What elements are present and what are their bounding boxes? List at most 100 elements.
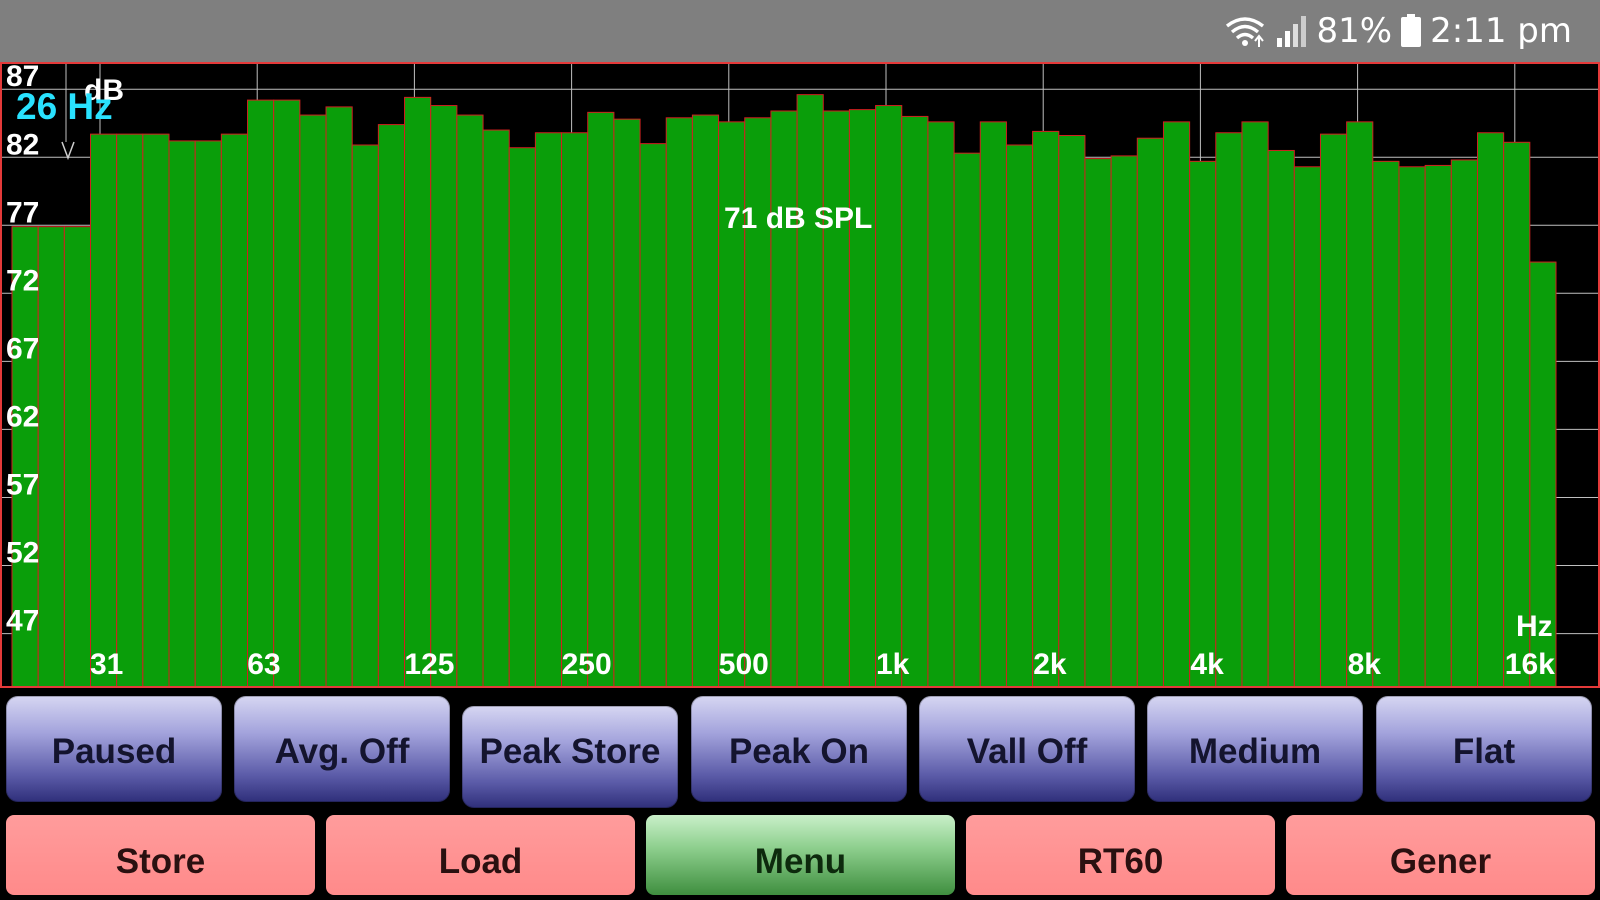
- x-tick-label: 16k: [1505, 648, 1555, 681]
- spectrum-bar: [142, 133, 170, 688]
- spectrum-bar: [1005, 144, 1034, 688]
- y-tick-label: 62: [6, 400, 39, 433]
- spectrum-bar: [1346, 121, 1374, 688]
- spectrum-bar: [377, 124, 406, 688]
- spectrum-bar: [37, 226, 65, 688]
- spectrum-bar: [351, 144, 379, 688]
- paused-button[interactable]: Paused: [6, 696, 222, 802]
- spectrum-bar: [482, 129, 510, 688]
- spectrum-bar: [927, 121, 955, 688]
- x-tick-label: 4k: [1190, 648, 1224, 681]
- spectrum-bar: [848, 109, 877, 688]
- battery-percent: 81%: [1316, 11, 1393, 51]
- status-bar: 81% 2:11 pm: [0, 0, 1600, 62]
- spectrum-bar: [1424, 164, 1452, 688]
- signal-icon: [1275, 14, 1309, 48]
- x-tick-label: 2k: [1033, 648, 1067, 681]
- spectrum-bar: [1136, 137, 1164, 688]
- spectrum-bar: [1162, 121, 1191, 688]
- spectrum-bar: [299, 114, 327, 688]
- spectrum-bar: [1398, 166, 1426, 688]
- spectrum-chart[interactable]: 878277726762575247 31 63 125 250 500 1k 2k 4k 8k…: [0, 62, 1600, 688]
- hz-unit-label: Hz: [1516, 610, 1553, 643]
- y-tick-label: 57: [6, 469, 39, 502]
- spectrum-bar: [116, 133, 144, 688]
- y-tick-label: 77: [6, 196, 39, 229]
- x-tick-label: 500: [719, 648, 769, 681]
- spectrum-bar: [1189, 160, 1217, 688]
- status-icons: 81% 2:11 pm: [1223, 0, 1572, 62]
- rt60-button[interactable]: RT60: [966, 815, 1275, 895]
- x-tick-label: 8k: [1348, 648, 1382, 681]
- y-tick-label: 52: [6, 537, 39, 570]
- spectrum-bar: [1319, 133, 1348, 688]
- spectrum-bar: [639, 143, 667, 688]
- spectrum-bar: [456, 114, 484, 688]
- control-button-row: Paused Avg. Off Peak Store Peak On Vall …: [0, 692, 1600, 810]
- wifi-icon: [1223, 14, 1267, 48]
- average-toggle-button[interactable]: Avg. Off: [234, 696, 450, 802]
- spectrum-bar: [194, 140, 222, 688]
- x-tick-label: 31: [90, 648, 123, 681]
- spectrum-bar: [953, 152, 981, 688]
- spectrum-bar: [822, 110, 850, 688]
- spectrum-bar: [273, 99, 301, 688]
- cursor-frequency: 26 Hz: [16, 86, 113, 127]
- load-button[interactable]: Load: [326, 815, 635, 895]
- spectrum-bar: [901, 115, 929, 688]
- speed-button[interactable]: Medium: [1147, 696, 1363, 802]
- spectrum-bar: [63, 226, 92, 688]
- x-tick-label: 250: [562, 648, 612, 681]
- spectrum-bar: [613, 118, 641, 688]
- clock-time: 2:11 pm: [1430, 11, 1572, 51]
- spectrum-bar: [1476, 132, 1505, 688]
- spectrum-bar: [1503, 141, 1531, 688]
- y-tick-label: 67: [6, 332, 39, 365]
- spectrum-bar: [1293, 166, 1321, 688]
- peak-store-button[interactable]: Peak Store: [462, 706, 678, 808]
- spectrum-bar: [875, 105, 903, 688]
- spectrum-bar: [90, 133, 118, 688]
- battery-icon: [1400, 14, 1422, 48]
- spectrum-bar: [220, 133, 249, 688]
- spectrum-bar: [1215, 132, 1243, 688]
- y-tick-label: 72: [6, 264, 39, 297]
- x-tick-label: 1k: [876, 648, 910, 681]
- spl-readout: 71 dB SPL: [724, 202, 872, 235]
- spectrum-bar: [1058, 134, 1086, 688]
- spectrum-bar: [1032, 130, 1060, 688]
- store-button[interactable]: Store: [6, 815, 315, 895]
- spectrum-bar: [168, 140, 196, 688]
- y-tick-label: 82: [6, 128, 39, 161]
- action-button-row: Store Load Menu RT60 Gener: [0, 812, 1600, 900]
- spectrum-bar: [430, 105, 458, 688]
- spectrum-bar: [691, 114, 720, 688]
- valley-toggle-button[interactable]: Vall Off: [919, 696, 1135, 802]
- y-axis-ticks: 878277726762575247: [6, 62, 39, 638]
- menu-button[interactable]: Menu: [646, 815, 955, 895]
- spectrum-bar: [587, 111, 615, 688]
- spectrum-bar: [404, 96, 432, 688]
- spectrum-bar: [796, 94, 824, 688]
- y-tick-label: 47: [6, 605, 39, 638]
- spectrum-bar: [770, 110, 798, 688]
- peak-toggle-button[interactable]: Peak On: [691, 696, 907, 802]
- spectrum-bar: [1241, 121, 1269, 688]
- spectrum-bar: [325, 106, 353, 688]
- spectrum-bar: [561, 132, 589, 688]
- spectrum-bar: [1267, 149, 1295, 688]
- spectrum-bar: [534, 132, 563, 688]
- spectrum-bars: [11, 94, 1557, 688]
- x-tick-label: 63: [247, 648, 280, 681]
- x-tick-label: 125: [404, 648, 454, 681]
- spectrum-bar: [1084, 158, 1112, 688]
- spectrum-bar: [1372, 160, 1400, 688]
- weighting-button[interactable]: Flat: [1376, 696, 1592, 802]
- generator-button[interactable]: Gener: [1286, 815, 1595, 895]
- spectrum-bar: [247, 99, 275, 688]
- spectrum-bar: [665, 117, 693, 688]
- spectrum-bar: [1110, 155, 1138, 688]
- spectrum-bar: [979, 121, 1007, 688]
- spectrum-bar: [508, 147, 536, 688]
- spectrum-analyzer[interactable]: 87 82 77 72 67 62 57 52 47 31 63 125 250 500 1k 2k 4k 8k…: [0, 62, 1600, 688]
